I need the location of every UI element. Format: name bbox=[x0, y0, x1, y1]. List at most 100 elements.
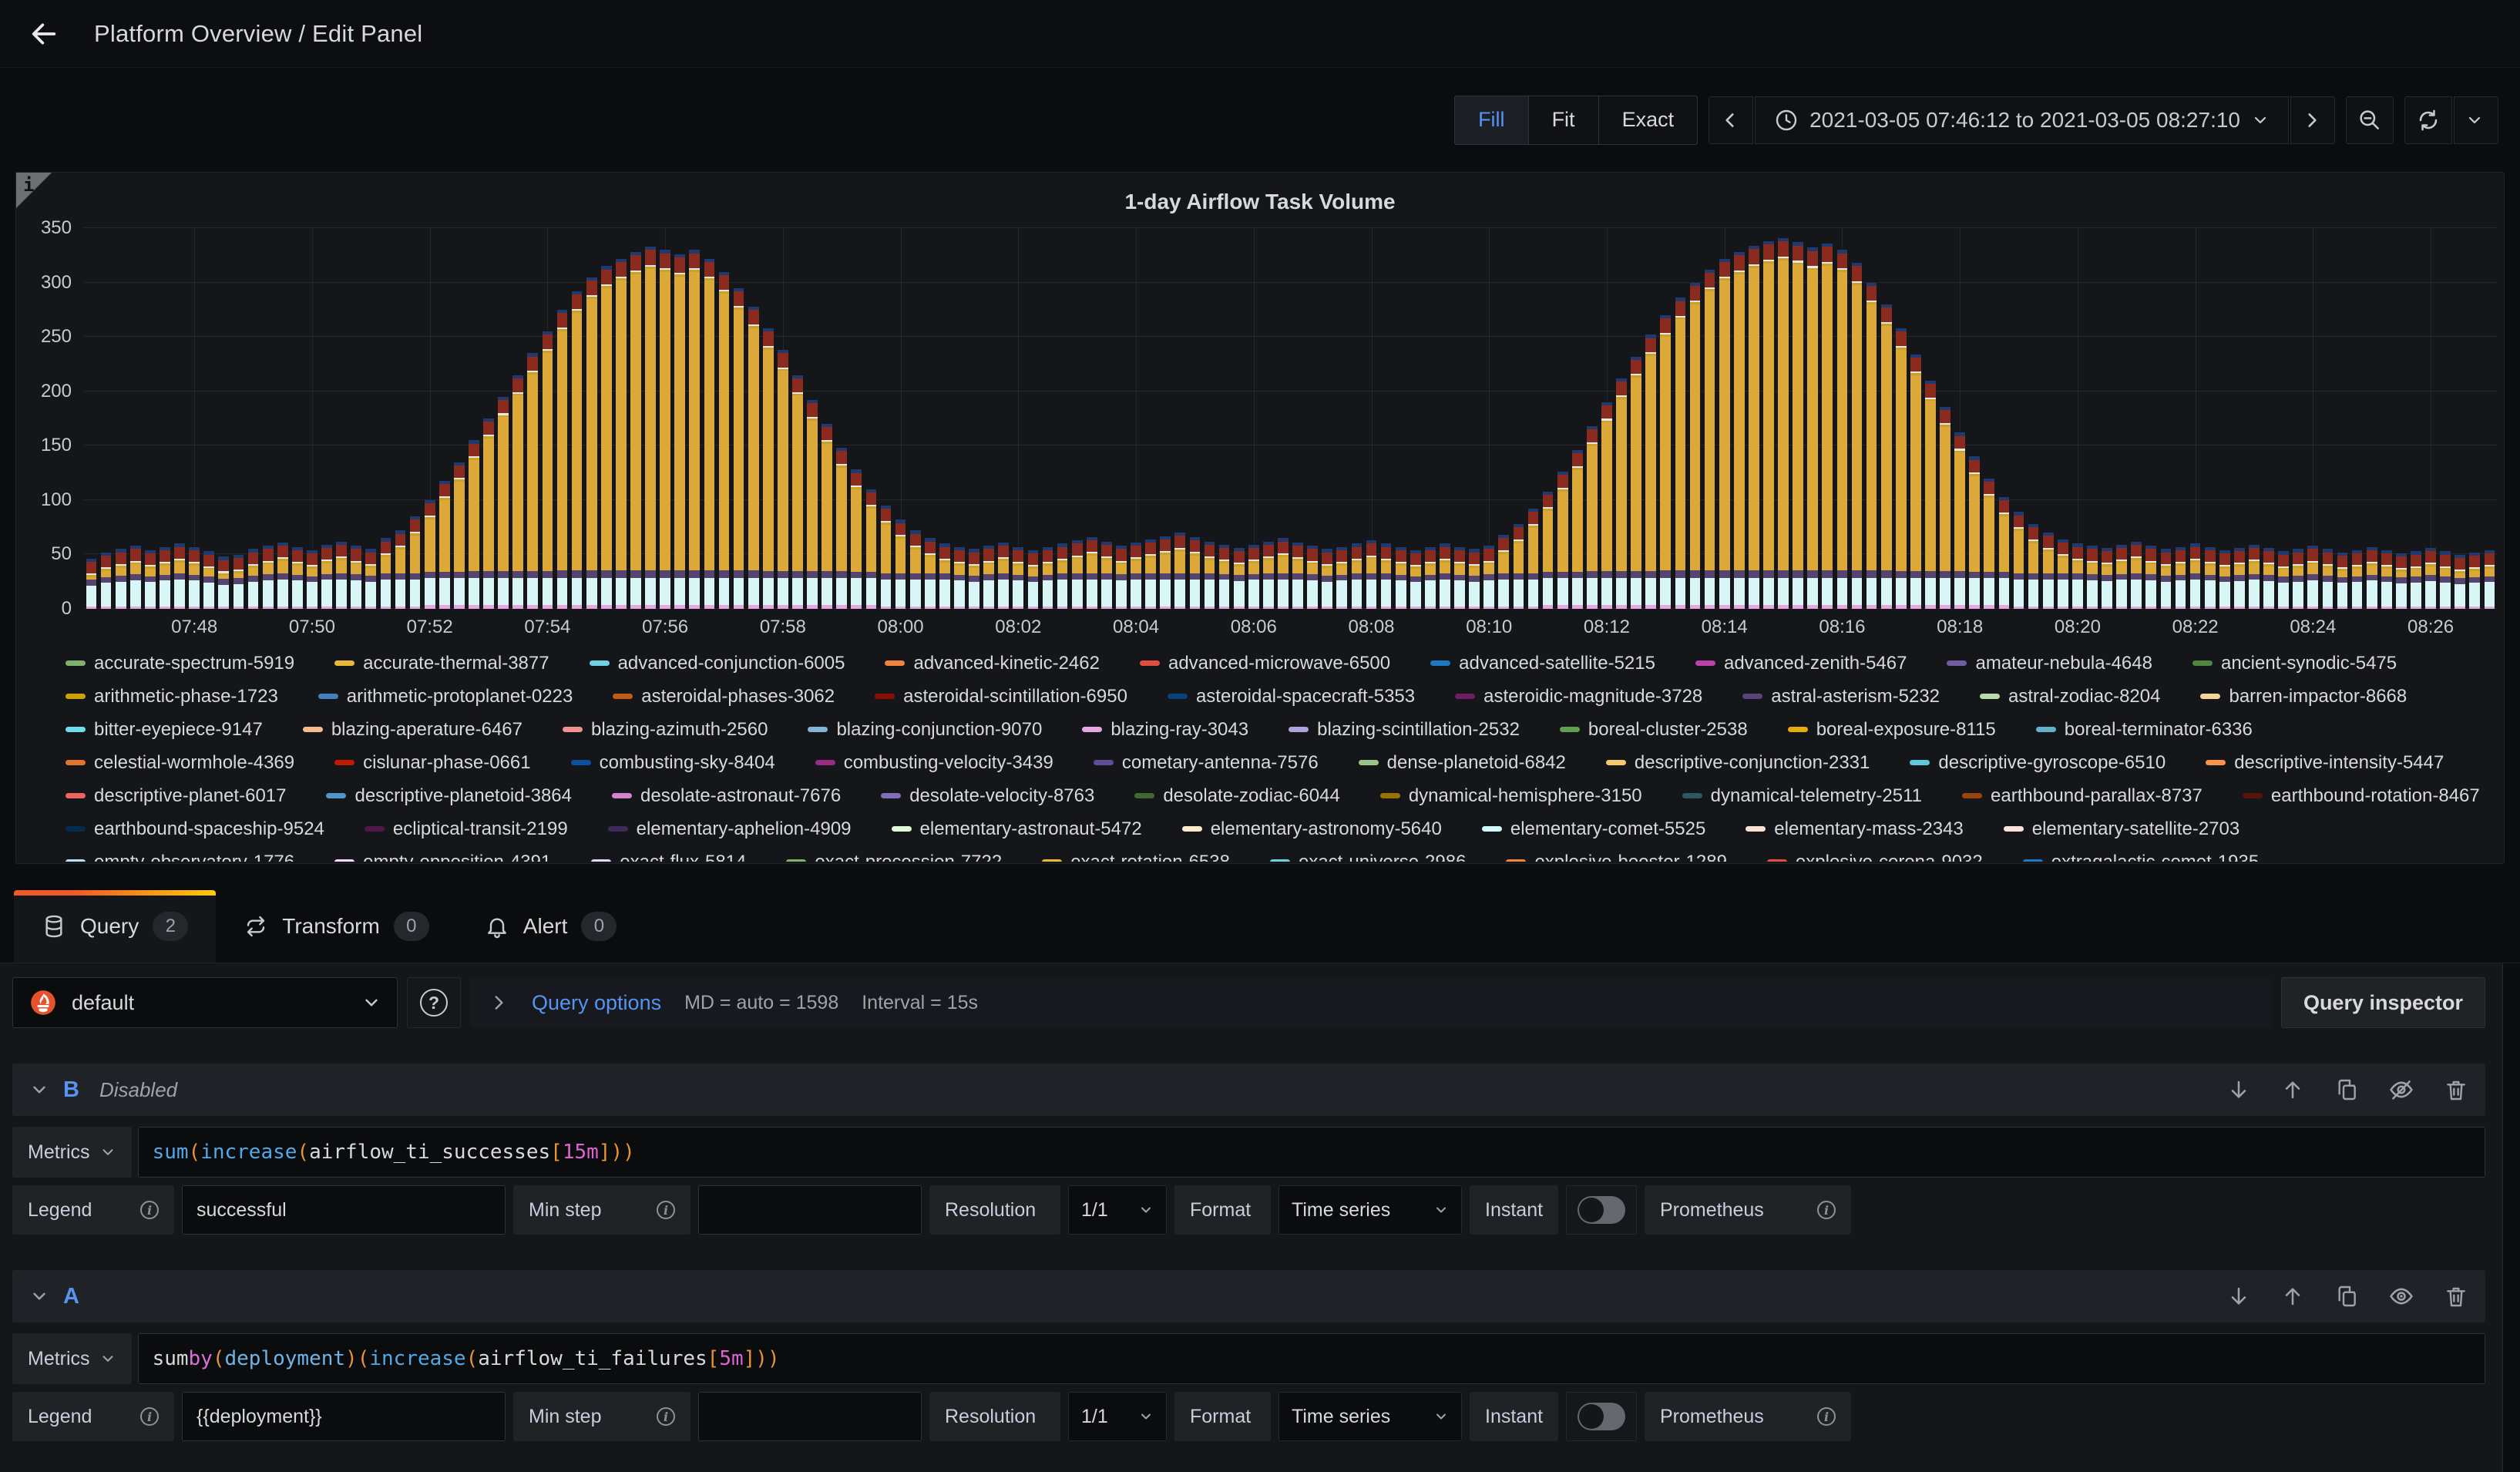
delete-query-button[interactable] bbox=[2444, 1077, 2468, 1102]
query-options-label[interactable]: Query options bbox=[532, 991, 661, 1015]
legend-item[interactable]: celestial-wormhole-4369 bbox=[66, 753, 294, 772]
metrics-dropdown[interactable]: Metrics bbox=[12, 1127, 132, 1178]
query-options-bar[interactable]: Query options MD = auto = 1598 Interval … bbox=[470, 977, 2272, 1028]
refresh-interval-dropdown[interactable] bbox=[2454, 96, 2498, 144]
legend-item[interactable]: descriptive-planetoid-3864 bbox=[326, 786, 572, 805]
legend-item[interactable]: blazing-conjunction-9070 bbox=[808, 720, 1042, 739]
legend-item[interactable]: arithmetic-protoplanet-0223 bbox=[318, 687, 573, 706]
legend-item[interactable]: asteroidal-scintillation-6950 bbox=[875, 687, 1127, 706]
duplicate-query-button[interactable] bbox=[2334, 1284, 2359, 1309]
time-shift-back-button[interactable] bbox=[1709, 96, 1753, 144]
legend-item[interactable]: descriptive-conjunction-2331 bbox=[1606, 753, 1870, 772]
legend-item[interactable]: asteroidic-magnitude-3728 bbox=[1455, 687, 1702, 706]
query-expr-A[interactable]: sum by (deployment)(increase(airflow_ti_… bbox=[138, 1333, 2485, 1384]
legend-item[interactable]: desolate-velocity-8763 bbox=[881, 786, 1094, 805]
legend-item[interactable]: combusting-sky-8404 bbox=[571, 753, 775, 772]
move-query-up-button[interactable] bbox=[2280, 1284, 2305, 1309]
legend-item[interactable]: earthbound-spaceship-9524 bbox=[66, 819, 324, 839]
legend-item[interactable]: blazing-scintillation-2532 bbox=[1289, 720, 1520, 739]
legend-item[interactable]: exact-universe-2986 bbox=[1270, 852, 1466, 862]
legend-item[interactable]: earthbound-parallax-8737 bbox=[1962, 786, 2202, 805]
legend-item[interactable]: blazing-ray-3043 bbox=[1082, 720, 1248, 739]
legend-item[interactable]: astral-zodiac-8204 bbox=[1980, 687, 2160, 706]
move-query-down-button[interactable] bbox=[2226, 1284, 2251, 1309]
tab-query[interactable]: Query 2 bbox=[14, 890, 216, 963]
legend-item[interactable]: asteroidal-phases-3062 bbox=[613, 687, 835, 706]
toggle-query-visibility-button[interactable] bbox=[2388, 1283, 2414, 1309]
legend-item[interactable]: explosive-booster-1289 bbox=[1506, 852, 1726, 862]
resolution-select[interactable]: 1/1 bbox=[1068, 1185, 1167, 1235]
legend-item[interactable]: cislunar-phase-0661 bbox=[334, 753, 530, 772]
datasource-help-button[interactable]: ? bbox=[407, 977, 461, 1028]
instant-toggle[interactable] bbox=[1566, 1185, 1637, 1235]
time-shift-forward-button[interactable] bbox=[2290, 96, 2335, 144]
datasource-picker[interactable]: default bbox=[12, 977, 398, 1028]
legend-item[interactable]: bitter-eyepiece-9147 bbox=[66, 720, 263, 739]
legend-item[interactable]: elementary-satellite-2703 bbox=[2004, 819, 2239, 839]
legend-item[interactable]: ancient-synodic-5475 bbox=[2192, 654, 2397, 673]
query-inspector-button[interactable]: Query inspector bbox=[2281, 977, 2485, 1028]
query-header-A[interactable]: A bbox=[12, 1270, 2485, 1322]
format-select[interactable]: Time series bbox=[1278, 1185, 1462, 1235]
legend-item[interactable]: barren-impactor-8668 bbox=[2200, 687, 2407, 706]
legend-item[interactable]: ecliptical-transit-2199 bbox=[365, 819, 568, 839]
legend-item[interactable]: blazing-aperature-6467 bbox=[303, 720, 522, 739]
move-query-down-button[interactable] bbox=[2226, 1077, 2251, 1102]
duplicate-query-button[interactable] bbox=[2334, 1077, 2359, 1102]
legend-item[interactable]: boreal-cluster-2538 bbox=[1560, 720, 1748, 739]
format-select[interactable]: Time series bbox=[1278, 1392, 1462, 1441]
legend-item[interactable]: boreal-exposure-8115 bbox=[1788, 720, 1996, 739]
back-button[interactable] bbox=[23, 13, 65, 55]
panel-info-corner-icon[interactable]: i bbox=[16, 173, 52, 208]
legend-item[interactable]: elementary-mass-2343 bbox=[1746, 819, 1963, 839]
exact-button[interactable]: Exact bbox=[1599, 96, 1698, 144]
legend-item[interactable]: desolate-astronaut-7676 bbox=[612, 786, 841, 805]
legend-item[interactable]: advanced-satellite-5215 bbox=[1430, 654, 1655, 673]
legend-item[interactable]: elementary-aphelion-4909 bbox=[608, 819, 852, 839]
legend-item[interactable]: combusting-velocity-3439 bbox=[815, 753, 1053, 772]
legend-format-input[interactable] bbox=[182, 1392, 506, 1441]
min-step-input[interactable] bbox=[698, 1392, 922, 1441]
legend-item[interactable]: dynamical-telemetry-2511 bbox=[1682, 786, 1922, 805]
query-expr-B[interactable]: sum(increase(airflow_ti_successes[15m])) bbox=[138, 1127, 2485, 1178]
refresh-button[interactable] bbox=[2404, 96, 2452, 144]
legend-item[interactable]: amateur-nebula-4648 bbox=[1947, 654, 2152, 673]
legend-item[interactable]: descriptive-gyroscope-6510 bbox=[1910, 753, 2166, 772]
legend-item[interactable]: elementary-comet-5525 bbox=[1482, 819, 1705, 839]
legend-item[interactable]: advanced-kinetic-2462 bbox=[885, 654, 1100, 673]
legend-item[interactable]: empty-opposition-4391 bbox=[334, 852, 551, 862]
legend-item[interactable]: extragalactic-comet-1935 bbox=[2023, 852, 2259, 862]
legend-item[interactable]: exact-precession-7722 bbox=[786, 852, 1002, 862]
legend-item[interactable]: astral-asterism-5232 bbox=[1742, 687, 1940, 706]
legend-item[interactable]: accurate-thermal-3877 bbox=[334, 654, 549, 673]
legend-item[interactable]: advanced-conjunction-6005 bbox=[590, 654, 845, 673]
toggle-query-visibility-button[interactable] bbox=[2388, 1077, 2414, 1103]
fit-button[interactable]: Fit bbox=[1529, 96, 1599, 144]
tab-transform[interactable]: Transform 0 bbox=[216, 890, 457, 963]
legend-item[interactable]: advanced-zenith-5467 bbox=[1695, 654, 1907, 673]
legend-item[interactable]: accurate-spectrum-5919 bbox=[66, 654, 294, 673]
legend-item[interactable]: arithmetic-phase-1723 bbox=[66, 687, 278, 706]
legend-item[interactable]: advanced-microwave-6500 bbox=[1140, 654, 1390, 673]
legend-item[interactable]: descriptive-planet-6017 bbox=[66, 786, 286, 805]
legend-format-input[interactable] bbox=[182, 1185, 506, 1235]
query-header-B[interactable]: B Disabled bbox=[12, 1064, 2485, 1116]
delete-query-button[interactable] bbox=[2444, 1284, 2468, 1309]
fill-button[interactable]: Fill bbox=[1455, 96, 1529, 144]
tab-alert[interactable]: Alert 0 bbox=[457, 890, 645, 963]
legend-item[interactable]: blazing-azimuth-2560 bbox=[563, 720, 768, 739]
legend-item[interactable]: elementary-astronomy-5640 bbox=[1182, 819, 1442, 839]
zoom-out-button[interactable] bbox=[2346, 96, 2394, 144]
legend-item[interactable]: empty-observatory-1776 bbox=[66, 852, 294, 862]
move-query-up-button[interactable] bbox=[2280, 1077, 2305, 1102]
legend-item[interactable]: elementary-astronaut-5472 bbox=[892, 819, 1142, 839]
legend-item[interactable]: desolate-zodiac-6044 bbox=[1134, 786, 1340, 805]
legend-item[interactable]: explosive-corona-9032 bbox=[1767, 852, 1983, 862]
instant-toggle[interactable] bbox=[1566, 1392, 1637, 1441]
legend-item[interactable]: dynamical-hemisphere-3150 bbox=[1380, 786, 1642, 805]
legend-item[interactable]: exact-rotation-6538 bbox=[1042, 852, 1230, 862]
legend-item[interactable]: earthbound-rotation-8467 bbox=[2243, 786, 2480, 805]
legend-item[interactable]: asteroidal-spacecraft-5353 bbox=[1168, 687, 1415, 706]
min-step-input[interactable] bbox=[698, 1185, 922, 1235]
resolution-select[interactable]: 1/1 bbox=[1068, 1392, 1167, 1441]
